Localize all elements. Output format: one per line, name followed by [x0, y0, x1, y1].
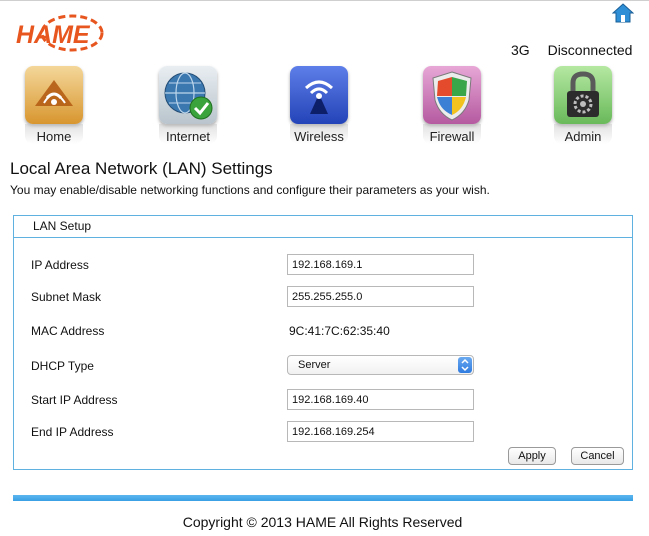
ip-address-label: IP Address	[31, 258, 89, 272]
dhcp-type-value: Server	[298, 359, 331, 371]
wireless-signal-icon	[290, 66, 348, 124]
network-type: 3G	[511, 42, 530, 58]
globe-check-icon	[159, 66, 217, 124]
nav-firewall-label: Firewall	[429, 129, 475, 144]
shield-icon	[423, 66, 481, 124]
home-corner-icon[interactable]	[611, 3, 635, 23]
mac-address-label: MAC Address	[31, 324, 105, 338]
nav-home-label: Home	[36, 129, 72, 144]
logo-text: HAME	[16, 21, 91, 49]
nav-admin[interactable]: Admin	[552, 66, 614, 146]
lan-setup-heading: LAN Setup	[14, 216, 632, 238]
cancel-button[interactable]: Cancel	[571, 447, 624, 465]
copyright: Copyright © 2013 HAME All Rights Reserve…	[182, 514, 463, 530]
mac-address-value: 9C:41:7C:62:35:40	[289, 324, 390, 338]
hame-logo: HAME	[14, 11, 109, 55]
end-ip-label: End IP Address	[31, 425, 114, 439]
nav-wireless-label: Wireless	[294, 129, 344, 144]
lan-setup-panel: LAN Setup IP Address Subnet Mask MAC Add…	[13, 215, 633, 470]
nav-wireless[interactable]: Wireless	[288, 66, 350, 146]
page-description: You may enable/disable networking functi…	[10, 183, 490, 197]
select-arrows-icon	[458, 357, 472, 373]
start-ip-label: Start IP Address	[31, 393, 118, 407]
subnet-mask-label: Subnet Mask	[31, 290, 102, 304]
subnet-mask-field[interactable]	[287, 286, 474, 307]
end-ip-field[interactable]	[287, 421, 474, 442]
ip-address-field[interactable]	[287, 254, 474, 275]
nav-internet-label: Internet	[165, 129, 211, 144]
page-title: Local Area Network (LAN) Settings	[10, 159, 273, 178]
footer-divider	[13, 495, 633, 501]
dhcp-type-label: DHCP Type	[31, 359, 94, 373]
home-icon	[25, 66, 83, 124]
dhcp-type-select[interactable]: Server	[287, 355, 474, 375]
apply-button[interactable]: Apply	[508, 447, 556, 465]
nav-admin-label: Admin	[564, 129, 602, 144]
router-admin-page: HAME 3G Disconnected Home Internet Wirel…	[0, 0, 649, 536]
nav-internet[interactable]: Internet	[157, 66, 219, 146]
nav-firewall[interactable]: Firewall	[421, 66, 483, 146]
nav-home[interactable]: Home	[23, 66, 85, 146]
connection-status: 3G Disconnected	[511, 42, 632, 58]
connection-state: Disconnected	[547, 42, 633, 58]
start-ip-field[interactable]	[287, 389, 474, 410]
padlock-gear-icon	[554, 66, 612, 124]
